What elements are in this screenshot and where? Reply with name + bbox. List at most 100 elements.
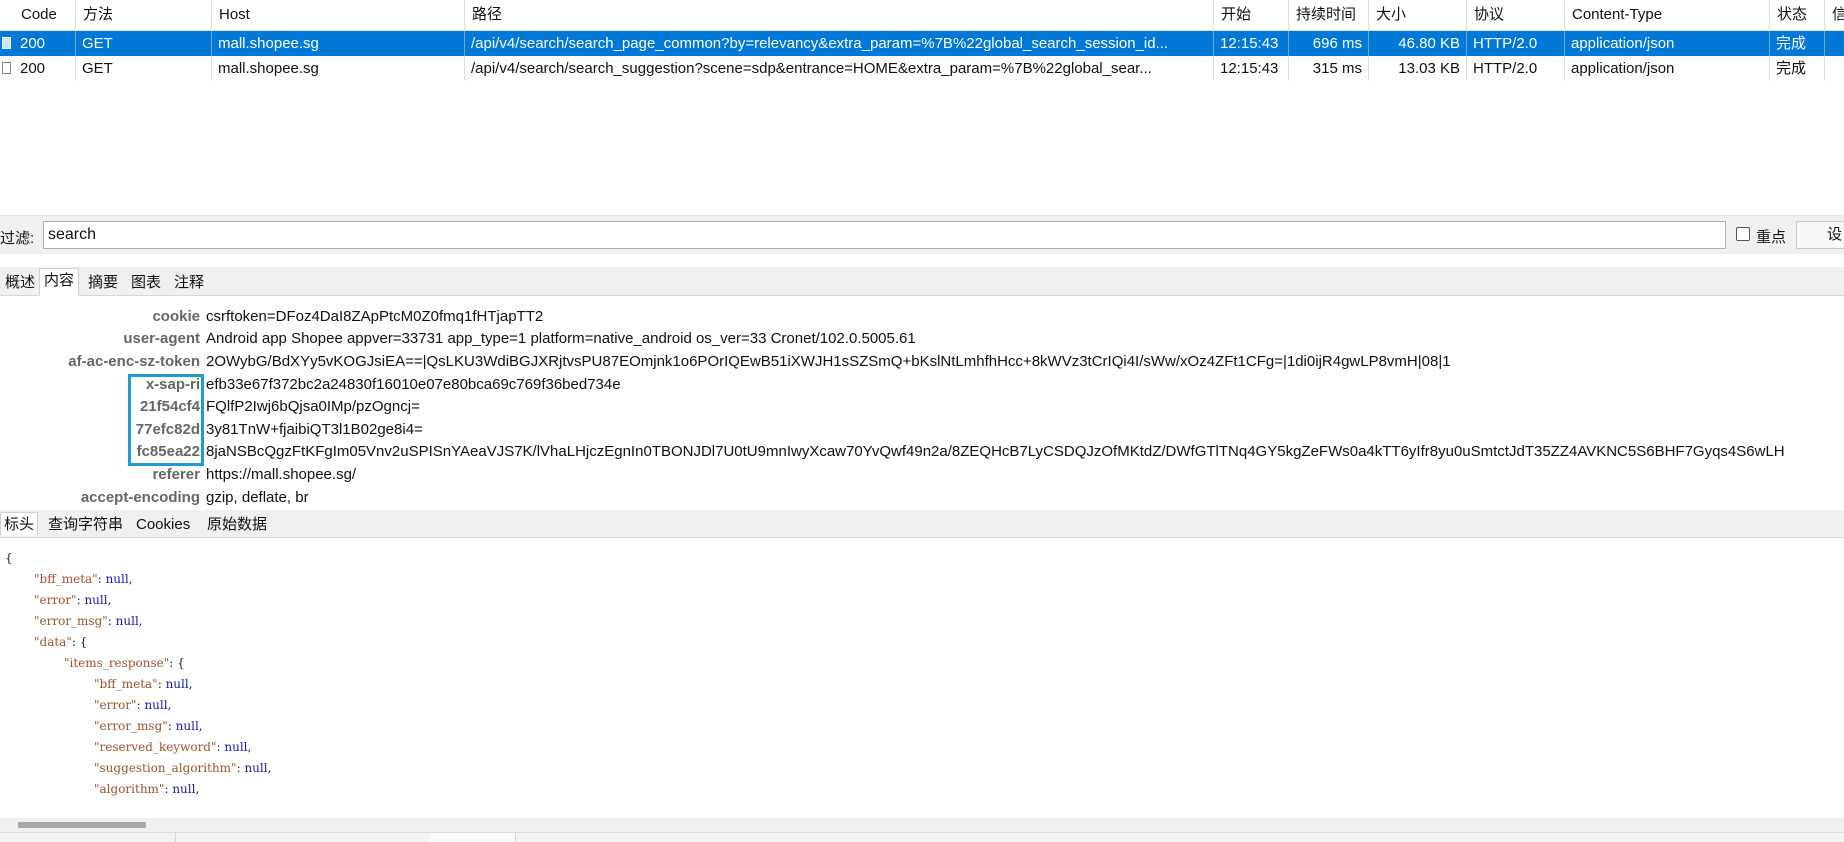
json-key: "error_msg" (34, 614, 108, 628)
column-start[interactable]: 开始 (1214, 0, 1289, 30)
header-name: cookie (152, 308, 200, 325)
filter-input[interactable] (43, 221, 1726, 249)
header-row[interactable]: accept-encoding gzip, deflate, br (0, 487, 1844, 509)
header-name: user-agent (123, 330, 200, 347)
header-name: accept-encoding (80, 489, 200, 506)
column-code[interactable]: Code (14, 0, 76, 30)
json-line: "bff_meta": null, (34, 572, 133, 586)
header-name: fc85ea22 (136, 443, 200, 460)
header-row[interactable]: fc85ea22 8jaNSBcQgzFtKFgIm05Vnv2uSPISnYA… (0, 441, 1844, 463)
cell-host: mall.shopee.sg (212, 31, 465, 56)
json-value: { (177, 656, 185, 670)
header-name: 21f54cf4 (139, 398, 200, 415)
json-value: null (175, 719, 199, 733)
cell-size: 46.80 KB (1369, 31, 1467, 56)
json-value: null (172, 782, 196, 796)
tab-raw-data[interactable]: 原始数据 (203, 512, 271, 536)
cell-duration: 696 ms (1289, 31, 1369, 56)
cell-method: GET (76, 56, 212, 81)
json-line: "suggestion_algorithm": null, (94, 761, 272, 775)
table-row[interactable]: 200 GET mall.shopee.sg /api/v4/search/se… (0, 56, 1844, 81)
tab-query-string[interactable]: 查询字符串 (44, 512, 127, 536)
column-info[interactable]: 信 (1825, 0, 1844, 30)
cell-host: mall.shopee.sg (212, 56, 465, 81)
header-row[interactable]: 77efc82d 3y81TnW+fjaibiQT3l1B02ge8i4= (0, 419, 1844, 441)
header-name: 77efc82d (135, 421, 200, 438)
json-value: null (144, 698, 168, 712)
tab-contents[interactable]: 内容 (39, 268, 80, 296)
json-key: "suggestion_algorithm" (94, 761, 237, 775)
json-line: "error_msg": null, (94, 719, 203, 733)
json-value: null (224, 740, 248, 754)
column-method[interactable]: 方法 (76, 0, 212, 30)
cell-code: 200 (14, 31, 76, 56)
header-value: csrftoken=DFoz4DaI8ZApPtcM0Z0fmq1fHTjapT… (206, 308, 544, 325)
detail-tabs: 概述 内容 摘要 图表 注释 (0, 267, 1844, 296)
filter-bar: 过滤: 重点 设 (0, 215, 1844, 254)
request-table-header: Code 方法 Host 路径 开始 持续时间 大小 协议 Content-Ty… (0, 0, 1844, 31)
header-row[interactable]: referer https://mall.shopee.sg/ (0, 464, 1844, 486)
header-name: referer (152, 466, 200, 483)
cell-status: 完成 (1770, 56, 1825, 81)
header-row[interactable]: x-sap-ri efb33e67f372bc2a24830f16010e07e… (0, 374, 1844, 396)
json-line: "data": { (34, 635, 88, 649)
header-row[interactable]: af-ac-enc-sz-token 2OWybG/BdXYy5vKOGJsiE… (0, 351, 1844, 373)
request-icon (2, 62, 11, 74)
tab-headers[interactable]: 标头 (0, 512, 39, 536)
scrollbar-thumb[interactable] (18, 822, 146, 828)
column-host[interactable]: Host (212, 0, 465, 30)
column-protocol[interactable]: 协议 (1467, 0, 1565, 30)
json-line: "items_response": { (64, 656, 185, 670)
highlight-label[interactable]: 重点 (1756, 226, 1786, 247)
cell-method: GET (76, 31, 212, 56)
table-row[interactable]: 200 GET mall.shopee.sg /api/v4/search/se… (0, 31, 1844, 56)
json-value: { (79, 635, 88, 649)
header-row[interactable]: cookie csrftoken=DFoz4DaI8ZApPtcM0Z0fmq1… (0, 306, 1844, 328)
table-empty-area[interactable] (0, 85, 1844, 212)
cell-path: /api/v4/search/search_page_common?by=rel… (465, 31, 1214, 56)
header-value: 3y81TnW+fjaibiQT3l1B02ge8i4= (206, 421, 423, 438)
header-value: 8jaNSBcQgzFtKFgIm05Vnv2uSPISnYAeaVJS7K/l… (206, 443, 1785, 460)
json-line: "error": null, (34, 593, 112, 607)
json-value: null (115, 614, 139, 628)
header-value: https://mall.shopee.sg/ (206, 466, 357, 483)
header-row[interactable]: 21f54cf4 FQlfP2Iwj6bQjsa0IMp/pzOgncj= (0, 396, 1844, 418)
tab-summary[interactable]: 摘要 (83, 270, 123, 294)
cell-status: 完成 (1770, 31, 1825, 56)
tab-cookies[interactable]: Cookies (132, 512, 194, 536)
cell-code: 200 (14, 56, 76, 81)
json-line: "error": null, (94, 698, 172, 712)
header-value: FQlfP2Iwj6bQjsa0IMp/pzOgncj= (206, 398, 420, 415)
cell-start: 12:15:43 (1214, 31, 1289, 56)
json-key: "error" (34, 593, 77, 607)
filter-label: 过滤: (0, 230, 35, 247)
header-row[interactable]: user-agent Android app Shopee appver=337… (0, 328, 1844, 350)
tab-notes[interactable]: 注释 (169, 270, 209, 294)
cell-size: 13.03 KB (1369, 56, 1467, 81)
highlight-checkbox[interactable] (1736, 227, 1750, 241)
json-key: "data" (34, 635, 72, 649)
json-key: "algorithm" (94, 782, 165, 796)
header-name: af-ac-enc-sz-token (68, 353, 200, 370)
tab-chart[interactable]: 图表 (126, 270, 166, 294)
horizontal-scrollbar[interactable] (0, 818, 1844, 832)
column-status[interactable]: 状态 (1770, 0, 1825, 30)
column-duration[interactable]: 持续时间 (1289, 0, 1369, 30)
header-value: efb33e67f372bc2a24830f16010e07e80bca69c7… (206, 376, 621, 393)
json-key: "error" (94, 698, 137, 712)
json-value: null (244, 761, 268, 775)
json-key: "reserved_keyword" (94, 740, 217, 754)
tab-overview[interactable]: 概述 (0, 270, 40, 294)
json-line: "bff_meta": null, (94, 677, 193, 691)
cell-content-type: application/json (1565, 56, 1770, 81)
column-path[interactable]: 路径 (465, 0, 1214, 30)
settings-button[interactable]: 设 (1796, 221, 1844, 249)
cell-start: 12:15:43 (1214, 56, 1289, 81)
json-view[interactable]: { "bff_meta": null, "error": null, "erro… (0, 548, 1844, 818)
cell-protocol: HTTP/2.0 (1467, 31, 1565, 56)
column-content-type[interactable]: Content-Type (1565, 0, 1770, 30)
cell-duration: 315 ms (1289, 56, 1369, 81)
json-value: null (165, 677, 189, 691)
column-size[interactable]: 大小 (1369, 0, 1467, 30)
request-headers-list: cookie csrftoken=DFoz4DaI8ZApPtcM0Z0fmq1… (0, 296, 1844, 510)
